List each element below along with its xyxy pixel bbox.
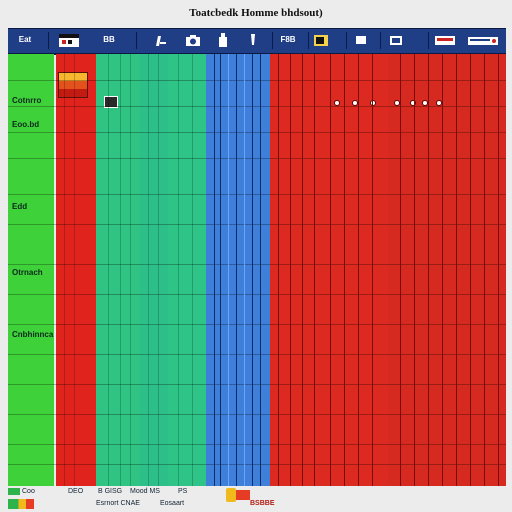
status-item: Esrnort CNAE (96, 500, 140, 507)
pencil-icon[interactable] (152, 32, 168, 48)
toolbar-divider (346, 32, 347, 49)
grid-vline (400, 54, 401, 486)
status-item: Mood MS (130, 488, 160, 495)
grid-vline (330, 54, 331, 486)
grid-hline (8, 294, 506, 295)
grid-vline (148, 54, 149, 486)
status-item: Eosaart (160, 500, 185, 507)
column-red-3[interactable] (388, 54, 506, 486)
grid-vline (414, 54, 415, 486)
grid-vline (428, 54, 429, 486)
grid-vline (344, 54, 345, 486)
column-teal-3[interactable] (168, 54, 206, 486)
sidebar-label: Otrnach (12, 268, 43, 277)
grid-vline (278, 54, 279, 486)
toolbar-divider (48, 32, 49, 49)
toolbar-divider (308, 32, 309, 49)
grid-vline (314, 54, 315, 486)
grid-vline (244, 54, 245, 486)
sidebar-label: Eoo.bd (12, 120, 40, 129)
grid-hline (8, 194, 506, 195)
grid-hline (8, 132, 506, 133)
status-item: PS (178, 488, 188, 495)
column-grid: Cotnrro Eoo.bd Edd Otrnach Cnbhinnca (8, 54, 506, 486)
grid-vline (178, 54, 179, 486)
bottle-icon[interactable] (216, 32, 230, 48)
sidebar-label: Edd (12, 202, 28, 211)
status-item: DEO (68, 488, 84, 495)
pen-icon[interactable] (246, 32, 260, 48)
grid-vline (130, 54, 131, 486)
grid-hline (8, 414, 506, 415)
grid-vline (236, 54, 237, 486)
sidebar-label: Cnbhinnca (12, 330, 54, 339)
grid-vline (120, 54, 121, 486)
grid-vline (456, 54, 457, 486)
grid-vline (498, 54, 499, 486)
status-item: Coo (22, 488, 35, 495)
grid-hline (8, 106, 506, 107)
grid-hline (8, 464, 506, 465)
grid-hline (8, 384, 506, 385)
device-icon[interactable] (434, 32, 456, 48)
status-item: B GISG (98, 488, 123, 495)
toolbar-divider (272, 32, 273, 49)
grid-hline (8, 80, 506, 81)
toolbar-divider (380, 32, 381, 49)
sidebar-label: Cotnrro (12, 96, 42, 105)
grid-vline (484, 54, 485, 486)
grid-hline (8, 158, 506, 159)
toolbar-f8b-button[interactable]: F8B (276, 33, 300, 47)
grid-vline (260, 54, 261, 486)
column-teal-2[interactable] (140, 54, 168, 486)
grid-vline (302, 54, 303, 486)
grid-vline (64, 54, 65, 486)
grid-vline (74, 54, 75, 486)
column-red[interactable] (56, 54, 96, 486)
folder-icon[interactable] (312, 32, 330, 48)
grid-hline (8, 324, 506, 325)
column-teal[interactable] (96, 54, 140, 486)
camera-icon[interactable] (184, 32, 202, 48)
toolbar-eat-button[interactable]: Eat (12, 33, 38, 47)
grid-vline (290, 54, 291, 486)
grid-hline (8, 264, 506, 265)
warning-icon (226, 488, 236, 502)
grid-hline (8, 224, 506, 225)
flag-status-icon (8, 499, 34, 509)
grid-vline (158, 54, 159, 486)
window-title: Toatcbedk Homme bhdsout) (189, 7, 323, 19)
status-item: BSBBE (250, 500, 275, 507)
calendar-icon[interactable] (58, 32, 80, 48)
printer-icon[interactable] (466, 32, 500, 48)
grid-vline (220, 54, 221, 486)
accent-status-icon (236, 490, 250, 500)
grid-hline (8, 444, 506, 445)
status-bar: Coo DEO B GISG Mood MS PS Esrnort CNAE E… (0, 486, 512, 512)
grid-vline (372, 54, 373, 486)
grid-vline (470, 54, 471, 486)
toolbar: Eat BB F8B (8, 28, 506, 55)
green-status-icon (8, 488, 20, 495)
grid-vline (108, 54, 109, 486)
grid-vline (214, 54, 215, 486)
grid-vline (192, 54, 193, 486)
toolbar-divider (136, 32, 137, 49)
toolbar-bb-button[interactable]: BB (98, 33, 120, 47)
grid-vline (442, 54, 443, 486)
grid-vline (252, 54, 253, 486)
window-icon[interactable] (388, 32, 404, 48)
flag-badge-icon (58, 72, 88, 98)
grid-vline (228, 54, 229, 486)
grid-vline (358, 54, 359, 486)
monitor-icon[interactable] (354, 32, 368, 48)
grid-hline (8, 354, 506, 355)
column-red-2[interactable] (270, 54, 388, 486)
toolbar-divider (428, 32, 429, 49)
